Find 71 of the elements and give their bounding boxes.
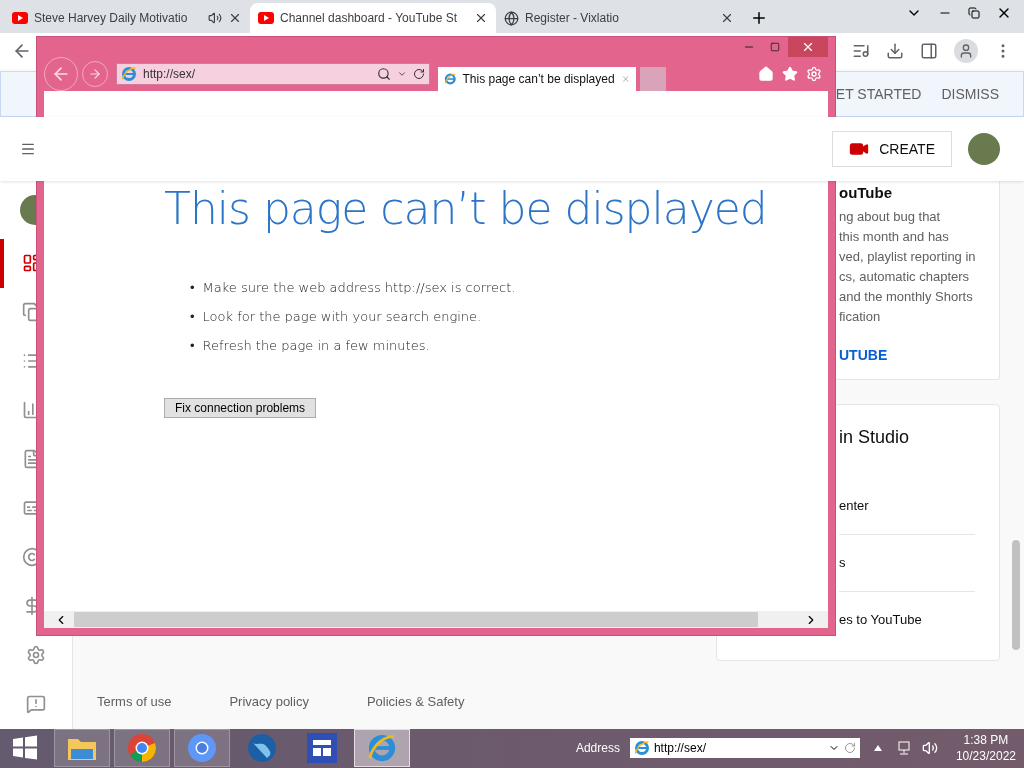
card-heading: ouTube [839,183,894,201]
browser-logo-icon [121,66,137,82]
chart-icon [22,400,36,421]
card-item[interactable]: s [839,534,975,592]
dashboard-icon [22,253,36,274]
address-label: Address [575,741,620,756]
card-title: in Studio [839,425,911,449]
card-text: cs, automatic chapters [839,267,971,286]
clock[interactable]: 1:38 PM 10/23/2022 [941,732,1024,765]
home-icon[interactable] [758,66,774,82]
error-heading: This page can’t be displayed [164,182,768,236]
card-text: and the monthly Shorts [839,287,974,306]
card-item[interactable]: es to YouTube [839,591,975,648]
horizontal-scrollbar[interactable] [44,611,828,628]
profile-avatar[interactable] [954,39,978,64]
search-icon[interactable] [377,67,391,81]
close-icon [801,40,815,54]
video-logo-icon [12,12,28,25]
channel-avatar[interactable] [20,194,36,225]
address-field[interactable]: http://sex/ [116,63,430,85]
error-tip: Look for the page with your search engine. [202,308,482,326]
footer-link[interactable]: Policies & Safety [366,694,465,710]
fix-connection-button[interactable]: Fix connection problems [164,398,317,418]
error-tip: Make sure the web address http://sex is correct. [202,279,516,297]
create-button[interactable]: CREATE [832,130,952,167]
card-text: ved, playlist reporting in [839,247,977,266]
tray-arrow-icon[interactable] [873,745,882,752]
chrome-logo-icon [127,733,157,764]
feedback-icon[interactable] [26,694,46,715]
forward-icon [88,67,102,81]
bullet-mark: • [190,308,195,326]
scrollbar[interactable] [1012,540,1020,650]
browser-logo-icon [633,740,650,757]
chromium-logo-icon [187,733,217,764]
card-item[interactable]: enter [839,477,975,535]
browser-logo-icon [367,733,397,764]
browser-tab[interactable]: Channel dashboard - YouTube St [250,3,496,34]
browser-tab[interactable]: This page can’t be displayed [438,67,636,91]
maximize-icon [770,42,780,52]
bullet-mark: • [190,337,195,355]
network-icon[interactable] [895,741,912,756]
side-panel-icon[interactable] [920,42,938,61]
error-tip: Refresh the page in a few minutes. [202,337,430,355]
download-icon[interactable] [886,42,904,61]
browser-logo-icon [444,71,457,87]
settings-icon[interactable] [26,645,46,666]
video-logo-icon [258,12,274,25]
content-icon [22,302,36,323]
speaker-icon[interactable] [208,11,222,26]
refresh-icon[interactable] [413,68,425,80]
star-icon[interactable] [782,66,798,82]
footer-link[interactable]: Terms of use [97,694,172,710]
dropdown-icon[interactable] [397,69,407,79]
taskbar-app[interactable] [354,729,410,768]
browser-tab[interactable]: Steve Harvey Daily Motivatio [4,3,250,34]
bullet-mark: • [190,279,195,297]
card-text: this month and has [839,227,950,246]
widgets-icon [307,733,337,764]
card-link[interactable]: UTUBE [839,346,979,363]
copyright-icon [22,547,36,568]
banner-button[interactable]: ET STARTED [833,77,924,110]
restore-icon[interactable] [968,6,980,19]
avatar[interactable] [968,132,1000,165]
banner-button[interactable]: DISMISS [939,77,1001,110]
card-text: ng about bug that [839,207,942,226]
person-icon [958,43,974,60]
volume-icon[interactable] [921,740,938,757]
footer-link[interactable]: Privacy policy [229,694,309,710]
browser-tab[interactable]: Register - Vixlatio [496,3,742,34]
address-field[interactable]: http://sex/ [629,738,860,759]
card-text: fication [839,307,882,326]
